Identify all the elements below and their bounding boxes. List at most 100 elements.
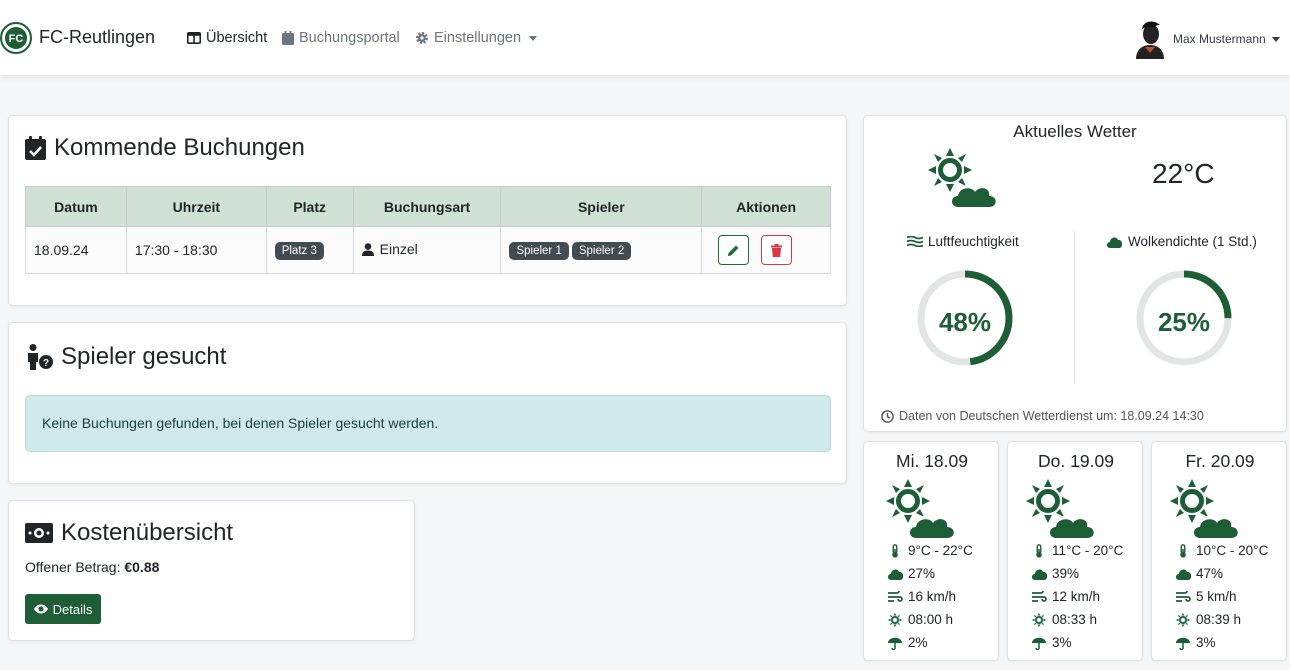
forecast-card: Fr. 20.09 10°C - 20°C 47% 5 km/h 08:39 h 3% [1151, 441, 1287, 661]
no-bookings-alert: Keine Buchungen gefunden, bei denen Spie… [25, 395, 831, 452]
cell-uhrzeit: 17:30 - 18:30 [125, 226, 267, 274]
navbar: FC FC-Reutlingen Übersicht Buchungsporta… [0, 0, 1290, 75]
cell-buchungsart: Einzel [352, 226, 502, 274]
money-bill-icon [25, 523, 53, 543]
bookings-card: Kommende Buchungen Datum Uhrzeit Platz B… [8, 115, 847, 306]
cell-platz: Platz 3 [265, 226, 354, 274]
forecast-temp-row: 9°C - 22°C [886, 543, 973, 558]
forecast-clouds-row: 27% [886, 566, 935, 581]
details-button-label: Details [52, 601, 93, 617]
nav-label: Buchungsportal [299, 30, 400, 46]
sun-cloud-icon [1170, 479, 1246, 541]
forecast-rain-value: 3% [1052, 635, 1072, 650]
umbrella-icon [1174, 636, 1192, 650]
forecast-wind-row: 5 km/h [1174, 589, 1237, 604]
gear-icon [415, 31, 429, 45]
forecast-sun-row: 08:00 h [886, 612, 953, 627]
edit-button[interactable] [718, 235, 750, 265]
thermometer-icon [886, 543, 904, 558]
user-menu[interactable]: Max Mustermann [1173, 32, 1280, 46]
weather-source: Daten von Deutschen Wetterdienst um: 18.… [881, 409, 1204, 423]
cell-aktionen [701, 226, 831, 274]
clock-icon [881, 409, 894, 423]
forecast-rain-value: 2% [908, 635, 928, 650]
players-wanted-title: ? Spieler gesucht [25, 343, 226, 371]
forecast-wind-row: 12 km/h [1030, 589, 1100, 604]
sun-icon [1174, 612, 1192, 627]
water-lines-icon [907, 236, 923, 247]
nav-item-booking-portal[interactable]: Buchungsportal [282, 29, 400, 47]
forecast-rain-row: 3% [1174, 635, 1216, 650]
sun-cloud-icon [928, 148, 1004, 210]
cell-spieler: Spieler 1 Spieler 2 [500, 226, 703, 274]
col-uhrzeit: Uhrzeit [125, 186, 267, 227]
forecast-temp-row: 10°C - 20°C [1174, 543, 1268, 558]
nav-item-overview[interactable]: Übersicht [187, 29, 267, 47]
table-columns-icon [187, 32, 201, 44]
player-badge: Spieler 1 [509, 241, 569, 260]
forecast-temp-value: 10°C - 20°C [1196, 543, 1269, 558]
sun-icon [1030, 612, 1048, 627]
cloud-icon [886, 568, 904, 580]
forecast-rain-row: 2% [886, 635, 928, 650]
wind-icon [1030, 590, 1048, 603]
open-amount: Offener Betrag: €0.88 [25, 559, 159, 575]
calendar-check-icon [25, 136, 46, 160]
avatar[interactable] [1133, 17, 1168, 59]
forecast-sun-value: 08:39 h [1196, 612, 1242, 627]
weather-title: Aktuelles Wetter [1013, 122, 1137, 141]
col-buchungsart: Buchungsart [352, 186, 502, 227]
weather-card: Aktuelles Wetter 22°C Luftfeuchtigkeit W… [863, 115, 1287, 432]
clouds-value: 25% [1157, 307, 1211, 337]
forecast-clouds-row: 47% [1174, 566, 1223, 581]
player-badge: Spieler 2 [571, 241, 632, 260]
club-logo[interactable]: FC [0, 20, 32, 56]
chevron-down-icon [1271, 36, 1280, 42]
forecast-temp-value: 9°C - 22°C [908, 543, 973, 558]
trash-icon [771, 243, 783, 257]
cloud-icon [1174, 568, 1192, 580]
forecast-clouds-row: 39% [1030, 566, 1079, 581]
col-spieler: Spieler [500, 186, 703, 227]
players-wanted-title-text: Spieler gesucht [61, 343, 227, 370]
nav-item-settings[interactable]: Einstellungen [415, 29, 538, 47]
clouds-label-text: Wolkendichte (1 Std.) [1128, 234, 1257, 249]
eye-icon [33, 604, 48, 614]
forecast-rain-value: 3% [1196, 635, 1216, 650]
nav-label: Übersicht [206, 30, 268, 46]
col-aktionen: Aktionen [701, 186, 831, 227]
calendar-icon [282, 31, 294, 45]
cloud-icon [1030, 568, 1048, 580]
umbrella-icon [886, 636, 904, 650]
person-question-icon: ? [25, 344, 53, 370]
open-amount-label: Offener Betrag: [25, 559, 121, 575]
forecast-card: Do. 19.09 11°C - 20°C 39% 12 km/h 08:33 h 3% [1007, 441, 1143, 661]
court-badge: Platz 3 [274, 241, 324, 260]
forecast-sun-value: 08:33 h [1052, 612, 1098, 627]
col-datum: Datum [25, 186, 127, 227]
forecast-wind-value: 5 km/h [1196, 589, 1237, 604]
costs-card: Kostenübersicht Offener Betrag: €0.88 De… [8, 500, 415, 641]
umbrella-icon [1030, 636, 1048, 650]
forecast-wind-value: 12 km/h [1052, 589, 1101, 604]
forecast-clouds-value: 27% [908, 566, 936, 581]
bookings-table: Datum Uhrzeit Platz Buchungsart Spieler … [25, 186, 831, 274]
humidity-label-text: Luftfeuchtigkeit [928, 234, 1019, 249]
forecast-day: Do. 19.09 [1038, 451, 1114, 471]
forecast-sun-value: 08:00 h [908, 612, 954, 627]
forecast-wind-value: 16 km/h [908, 589, 957, 604]
user-name: Max Mustermann [1173, 32, 1266, 46]
forecast-sun-row: 08:33 h [1030, 612, 1097, 627]
forecast-clouds-value: 47% [1196, 566, 1224, 581]
cloud-icon [1106, 236, 1123, 248]
details-button[interactable]: Details [25, 594, 101, 624]
wind-icon [1174, 590, 1192, 603]
forecast-rain-row: 3% [1030, 635, 1072, 650]
delete-button[interactable] [761, 235, 793, 265]
brand-name[interactable]: FC-Reutlingen [39, 27, 155, 48]
sun-cloud-icon [1026, 479, 1102, 541]
nav-label: Einstellungen [434, 30, 522, 46]
svg-text:FC: FC [9, 33, 24, 45]
forecast-temp-row: 11°C - 20°C [1030, 543, 1123, 558]
humidity-label: Luftfeuchtigkeit [907, 234, 1019, 249]
